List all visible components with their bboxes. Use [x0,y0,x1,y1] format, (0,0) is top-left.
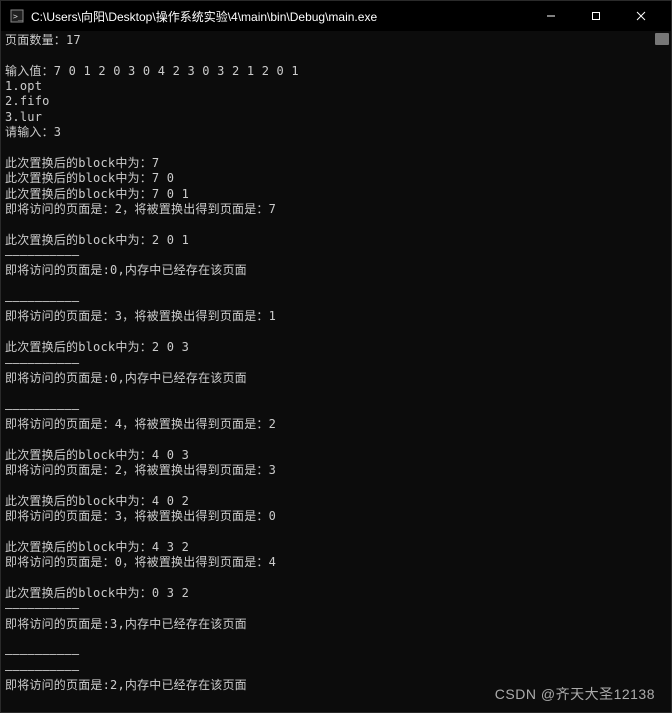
console-line: 请输入：3 [5,125,667,140]
console-line [5,48,667,63]
console-window: >_ C:\Users\向阳\Desktop\操作系统实验\4\main\bin… [0,0,672,713]
console-line: 输入值：7 0 1 2 0 3 0 4 2 3 0 3 2 1 2 0 1 [5,64,667,79]
console-line: 即将访问的页面是：4，将被置换出得到页面是：2 [5,417,667,432]
console-line: 即将访问的页面是：3，将被置换出得到页面是：1 [5,309,667,324]
console-line: 即将访问的页面是：3，将被置换出得到页面是：0 [5,509,667,524]
window-title: C:\Users\向阳\Desktop\操作系统实验\4\main\bin\De… [31,8,528,25]
console-line: 即将访问的页面是：2，将被置换出得到页面是：3 [5,463,667,478]
scrollbar-thumb[interactable] [655,33,669,45]
console-line: —————————— [5,356,667,371]
console-line: 即将访问的页面是：0，将被置换出得到页面是：4 [5,555,667,570]
console-line [5,217,667,232]
console-line: 2.fifo [5,94,667,109]
svg-text:>_: >_ [13,12,23,21]
console-line: 即将访问的页面是:0,内存中已经存在该页面 [5,371,667,386]
console-line: 即将访问的页面是:3,内存中已经存在该页面 [5,617,667,632]
console-line [5,386,667,401]
console-line: 此次置换后的block中为：4 0 2 [5,494,667,509]
console-line: 此次置换后的block中为：4 3 2 [5,540,667,555]
console-line: 即将访问的页面是:0,内存中已经存在该页面 [5,263,667,278]
console-line [5,432,667,447]
console-line [5,571,667,586]
console-line: 此次置换后的block中为：2 0 3 [5,340,667,355]
console-line [5,141,667,156]
console-line: —————————— [5,663,667,678]
app-icon: >_ [9,8,25,24]
console-line: 此次置换后的block中为：7 0 [5,171,667,186]
maximize-button[interactable] [573,1,618,31]
console-line: 1.opt [5,79,667,94]
console-line [5,478,667,493]
console-line: —————————— [5,647,667,662]
console-line: 此次置换后的block中为：7 0 1 [5,187,667,202]
console-line: 3.lur [5,110,667,125]
console-line: —————————— [5,601,667,616]
console-line: 此次置换后的block中为：7 [5,156,667,171]
console-line: —————————— [5,709,667,712]
console-line [5,325,667,340]
console-line [5,632,667,647]
console-output[interactable]: 页面数量：17 输入值：7 0 1 2 0 3 0 4 2 3 0 3 2 1 … [1,31,671,712]
console-line: 此次置换后的block中为：4 0 3 [5,448,667,463]
window-controls [528,1,663,31]
console-line: 页面数量：17 [5,33,667,48]
close-button[interactable] [618,1,663,31]
watermark-text: CSDN @齐天大圣12138 [495,684,655,704]
minimize-button[interactable] [528,1,573,31]
titlebar[interactable]: >_ C:\Users\向阳\Desktop\操作系统实验\4\main\bin… [1,1,671,31]
console-line: —————————— [5,402,667,417]
console-line [5,279,667,294]
console-line: 此次置换后的block中为：2 0 1 [5,233,667,248]
console-line: 即将访问的页面是：2，将被置换出得到页面是：7 [5,202,667,217]
console-line: —————————— [5,294,667,309]
console-line: 此次置换后的block中为：0 3 2 [5,586,667,601]
console-line [5,525,667,540]
console-line: —————————— [5,248,667,263]
